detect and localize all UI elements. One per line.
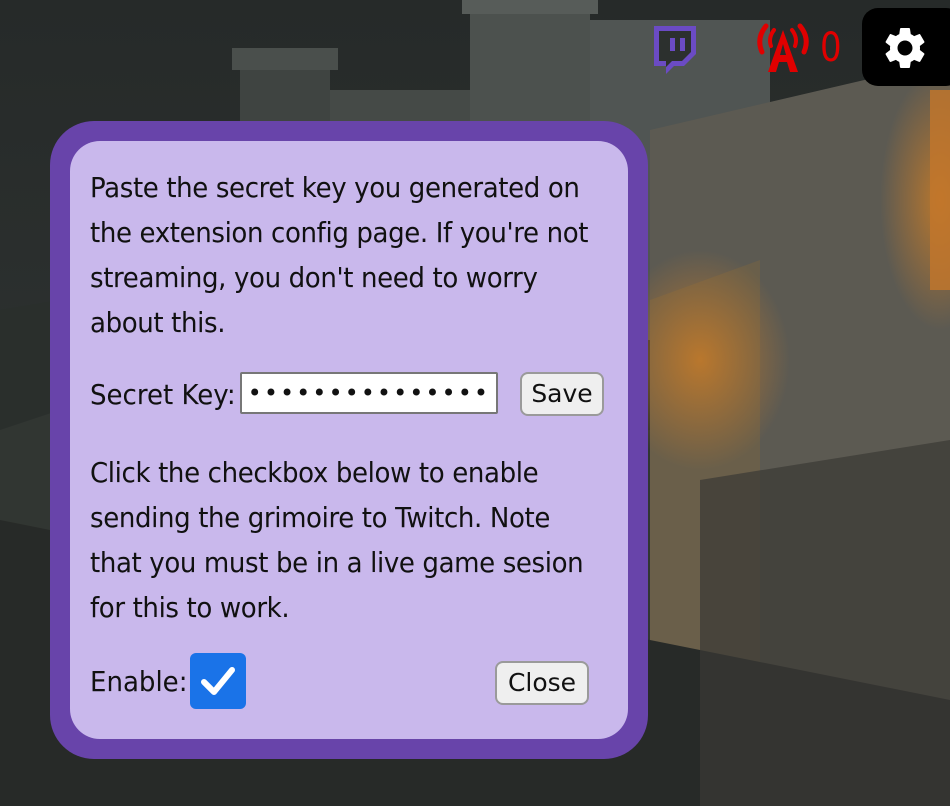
twitch-settings-dialog: Paste the secret key you generated on th… — [50, 121, 648, 759]
checkmark-icon — [201, 667, 235, 695]
enable-instructions: Click the checkbox below to enable sendi… — [90, 456, 584, 624]
secret-key-row: Secret Key: Save — [90, 372, 610, 418]
enable-checkbox[interactable] — [190, 653, 246, 709]
dialog-body: Paste the secret key you generated on th… — [70, 141, 628, 739]
live-viewer-count: 0 — [820, 25, 842, 71]
save-button[interactable]: Save — [520, 372, 604, 416]
secret-key-input[interactable] — [240, 372, 498, 414]
enable-label: Enable: — [90, 665, 188, 698]
live-viewer-indicator: 0 — [752, 22, 845, 74]
enable-row: Enable: Close — [90, 653, 610, 711]
twitch-icon[interactable] — [648, 24, 700, 76]
close-button[interactable]: Close — [495, 661, 589, 705]
gear-icon — [885, 28, 925, 68]
secret-key-label: Secret Key: — [90, 378, 236, 411]
secret-key-instructions: Paste the secret key you generated on th… — [90, 171, 589, 339]
settings-button[interactable] — [862, 8, 950, 86]
broadcast-antenna-icon — [757, 23, 809, 72]
